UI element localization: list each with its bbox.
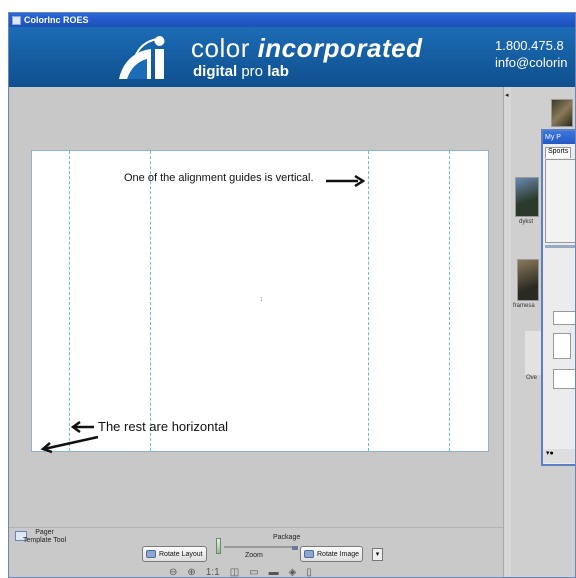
arrow-left-icon <box>70 421 94 433</box>
page-icon[interactable]: ▯ <box>306 567 312 577</box>
zoom-slider-end[interactable] <box>292 546 298 550</box>
frame-icon[interactable]: ▭ <box>249 567 258 577</box>
zoom-slider-thumb[interactable] <box>216 538 221 554</box>
image-thumbnail[interactable] <box>551 99 573 127</box>
rotate-icon <box>146 550 156 558</box>
tab-sports[interactable]: Sports <box>545 147 572 158</box>
brand-tagline: digital pro lab <box>193 63 289 80</box>
annotation-vertical-guide: One of the alignment guides is vertical. <box>124 172 314 184</box>
app-window: ColorInc ROES color incorporated digital… <box>8 12 576 578</box>
tagline-digital: digital <box>193 63 238 80</box>
fit-icon[interactable]: ◫ <box>230 567 239 577</box>
zoom-slider-track[interactable] <box>224 546 292 548</box>
rotate-options-dropdown[interactable]: ▾ <box>372 548 383 561</box>
arrow-right-icon <box>326 175 365 187</box>
alignment-guide[interactable] <box>69 151 70 451</box>
rotate-layout-button[interactable]: Rotate Layout <box>142 546 207 562</box>
zoom-label: Zoom <box>245 552 263 559</box>
title-bar[interactable]: ColorInc ROES <box>9 13 575 27</box>
tagline-lab: lab <box>267 63 289 80</box>
phone-number: 1.800.475.8 <box>495 38 564 53</box>
rotate-image-icon <box>304 550 314 558</box>
email-address: info@colorin <box>495 55 568 70</box>
pager-label-line2: Template Tool <box>23 537 67 544</box>
brand-banner: color incorporated digital pro lab 1.800… <box>9 27 575 87</box>
window-title: ColorInc ROES <box>24 15 89 25</box>
thumbnail-label: Ove <box>526 375 538 381</box>
package-slot[interactable] <box>553 311 575 325</box>
arrow-diagonal-icon <box>40 435 99 454</box>
fill-icon[interactable]: ▬ <box>269 567 279 577</box>
page-number: 1 <box>260 297 263 303</box>
package-slot[interactable] <box>553 369 575 389</box>
annotation-horizontal-guides: The rest are horizontal <box>98 419 229 434</box>
package-slot[interactable] <box>553 333 571 359</box>
app-icon <box>12 15 21 25</box>
brand-name: color incorporated <box>191 33 423 64</box>
collapse-arrow-icon[interactable]: ◂ <box>505 91 509 99</box>
image-thumbnail[interactable] <box>517 259 539 301</box>
pager-label-line1: Pager <box>35 529 54 536</box>
rotate-image-button[interactable]: Rotate Image <box>300 546 364 562</box>
contact-info: 1.800.475.8 info@colorin <box>495 37 567 71</box>
brand-name-light: color <box>191 33 258 63</box>
tagline-pro: pro <box>237 63 268 80</box>
my-packages-window: My P Sports ▾● <box>541 129 575 466</box>
subwindow-title: My P <box>545 134 561 141</box>
layout-workspace: 1 One of the alignment guides is vertica… <box>9 87 503 527</box>
subwindow-title-bar[interactable]: My P <box>543 131 575 144</box>
page-canvas[interactable]: 1 One of the alignment guides is vertica… <box>31 150 489 454</box>
image-browser-panel: dykst framesa Ove My P Sports ▾● <box>511 87 575 577</box>
panel-splitter[interactable]: ◂ <box>503 87 511 577</box>
bottom-toolbar: Pager Template Tool Package Rotate Layou… <box>9 527 503 577</box>
rotate-image-label: Rotate Image <box>317 550 360 558</box>
thumbnail-label: dykst <box>519 219 534 225</box>
list-scrollbar[interactable] <box>545 245 575 248</box>
tool-icon-row: ⊖ ⊕ 1:1 ◫ ▭ ▬ ◈ ▯ <box>169 567 369 577</box>
zoom-in-icon[interactable]: ⊕ <box>187 567 195 577</box>
alignment-guide[interactable] <box>150 151 151 451</box>
rotate-layout-label: Rotate Layout <box>159 550 203 558</box>
alignment-guide[interactable] <box>368 151 369 451</box>
brand-name-bold: incorporated <box>257 33 423 63</box>
crop-icon[interactable]: ◈ <box>289 567 297 577</box>
package-label: Package <box>273 534 301 541</box>
actual-size-icon[interactable]: 1:1 <box>206 567 220 577</box>
zoom-out-icon[interactable]: ⊖ <box>169 567 177 577</box>
package-list[interactable] <box>545 159 575 243</box>
thumbnail-label: framesa <box>513 303 535 309</box>
image-thumbnail[interactable] <box>515 177 539 217</box>
color-inc-logo-icon <box>119 36 165 79</box>
pager-template-tool-label[interactable]: Pager Template Tool <box>23 529 66 545</box>
alignment-guide[interactable] <box>449 151 450 451</box>
subwindow-footer: ▾● <box>543 449 575 463</box>
